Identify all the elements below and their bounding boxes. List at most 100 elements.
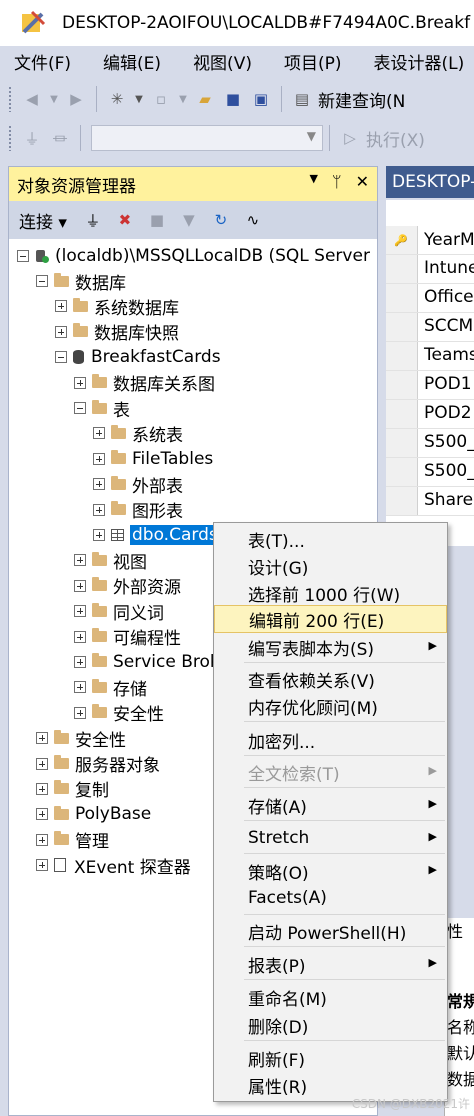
menu-item-policies[interactable]: 策略(O) ▶	[214, 857, 447, 885]
open-folder-icon[interactable]: ▰	[194, 87, 216, 111]
menu-project[interactable]: 项目(P)	[284, 49, 342, 74]
menu-file[interactable]: 文件(F)	[14, 49, 71, 74]
toolbar-grip[interactable]	[8, 86, 12, 112]
column-row[interactable]: Office	[386, 284, 474, 313]
collapse-icon[interactable]	[74, 402, 86, 415]
expand-icon[interactable]	[36, 833, 48, 846]
back-icon[interactable]: ◀	[21, 87, 43, 111]
expand-icon[interactable]	[93, 452, 105, 465]
menu-item-encrypt-columns[interactable]: 加密列...	[214, 726, 447, 754]
tree-node-external-tables[interactable]: 外部表	[9, 472, 377, 497]
new-query-icon[interactable]: ▤	[291, 87, 313, 111]
filter-icon[interactable]: ▼	[177, 211, 201, 229]
expand-icon[interactable]	[36, 732, 48, 745]
expand-icon[interactable]	[36, 859, 48, 872]
column-row[interactable]: POD2	[386, 400, 474, 429]
expand-icon[interactable]	[36, 757, 48, 770]
save-all-icon[interactable]: ▣	[250, 87, 272, 111]
collapse-icon[interactable]	[17, 249, 29, 262]
expand-icon[interactable]	[74, 706, 86, 719]
expand-icon[interactable]	[74, 579, 86, 592]
menu-item-facets[interactable]: Facets(A)	[214, 884, 447, 912]
menu-item-select-top-1000[interactable]: 选择前 1000 行(W)	[214, 579, 447, 607]
column-row[interactable]: Teams	[386, 342, 474, 371]
dropdown-arrow-icon[interactable]: ▼	[49, 87, 59, 111]
tree-node-system-tables[interactable]: 系统表	[9, 421, 377, 446]
disconnect-icon[interactable]: ✖	[113, 211, 137, 229]
menu-view[interactable]: 视图(V)	[193, 49, 252, 74]
menu-item-storage[interactable]: 存储(A) ▶	[214, 791, 447, 819]
expand-icon[interactable]	[93, 528, 105, 541]
menu-item-stretch[interactable]: Stretch ▶	[214, 824, 447, 852]
menu-item-edit-top-200[interactable]: 编辑前 200 行(E)	[214, 605, 447, 633]
folder-icon	[73, 297, 88, 312]
menu-item-memory-optimization-advisor[interactable]: 内存优化顾问(M)	[214, 692, 447, 720]
expand-icon[interactable]	[55, 325, 67, 338]
expand-icon[interactable]	[74, 605, 86, 618]
expand-icon[interactable]	[93, 427, 105, 440]
selected-node-label[interactable]: dbo.Cards	[130, 524, 220, 545]
new-project-icon[interactable]: ✳	[106, 87, 128, 111]
refresh-icon[interactable]: ↻	[209, 211, 233, 229]
tree-node-system-databases[interactable]: 系统数据库	[9, 294, 377, 319]
menu-item-script-table-as[interactable]: 编写表脚本为(S) ▶	[214, 633, 447, 661]
tree-node-tables[interactable]: 表	[9, 395, 377, 421]
forward-icon[interactable]: ▶	[65, 87, 87, 111]
dropdown-arrow-icon[interactable]: ▼	[134, 87, 144, 111]
column-row[interactable]: S500_	[386, 429, 474, 458]
menu-edit[interactable]: 编辑(E)	[103, 49, 161, 74]
tree-node-filetables[interactable]: FileTables	[9, 446, 377, 471]
window-position-dropdown-icon[interactable]: ▼	[310, 172, 318, 191]
menu-item-design[interactable]: 设计(G)	[214, 552, 447, 580]
expand-icon[interactable]	[74, 630, 86, 643]
menu-item-delete[interactable]: 删除(D)	[214, 1011, 447, 1039]
connect-plug-icon[interactable]: ⏚	[21, 126, 43, 150]
column-row[interactable]: SCCM	[386, 313, 474, 342]
menu-item-rename[interactable]: 重命名(M)	[214, 983, 447, 1011]
menu-item-refresh[interactable]: 刷新(F)	[214, 1044, 447, 1072]
tree-node-breakfastcards[interactable]: BreakfastCards	[9, 345, 377, 370]
menu-table-designer[interactable]: 表设计器(L)	[374, 49, 465, 74]
connect-plug-icon[interactable]: ⏚	[81, 210, 105, 231]
stop-icon[interactable]: ■	[145, 211, 169, 229]
expand-icon[interactable]	[74, 554, 86, 567]
expand-icon[interactable]	[55, 300, 67, 313]
disconnect-plug-icon[interactable]: ⏛	[49, 126, 71, 150]
tree-node-database-snapshots[interactable]: 数据库快照	[9, 319, 377, 344]
tree-node-graph-tables[interactable]: 图形表	[9, 497, 377, 522]
document-tab[interactable]: DESKTOP-	[386, 166, 474, 198]
menu-item-table[interactable]: 表(T)...	[214, 525, 447, 553]
column-row[interactable]: POD1	[386, 371, 474, 400]
new-query-button[interactable]: 新建查询(N	[318, 87, 405, 112]
expand-icon[interactable]	[74, 681, 86, 694]
menu-item-view-dependencies[interactable]: 查看依赖关系(V)	[214, 665, 447, 693]
pin-icon[interactable]: ᛘ	[332, 172, 342, 191]
expand-icon[interactable]	[93, 478, 105, 491]
connect-dropdown-button[interactable]: 连接 ▾	[19, 208, 67, 233]
expand-icon[interactable]	[74, 655, 86, 668]
activity-monitor-icon[interactable]: ∿	[241, 211, 265, 229]
save-icon[interactable]: ■	[222, 87, 244, 111]
column-row[interactable]: Share	[386, 487, 474, 516]
dropdown-arrow-icon[interactable]: ▼	[178, 87, 188, 111]
expand-icon[interactable]	[93, 503, 105, 516]
expand-icon[interactable]	[74, 376, 86, 389]
tree-node-db-diagrams[interactable]: 数据库关系图	[9, 370, 377, 395]
execute-button[interactable]: 执行(X)	[366, 126, 425, 151]
column-row[interactable]: S500_	[386, 458, 474, 487]
expand-icon[interactable]	[36, 808, 48, 821]
add-item-icon[interactable]: ▫	[150, 87, 172, 111]
database-selector-combo[interactable]: ▼	[91, 125, 323, 151]
execute-play-icon[interactable]: ▷	[339, 126, 361, 150]
column-row[interactable]: 🔑 YearM	[386, 226, 474, 255]
collapse-icon[interactable]	[55, 351, 67, 364]
collapse-icon[interactable]	[36, 275, 48, 288]
tree-node-server[interactable]: (localdb)\MSSQLLocalDB (SQL Server 1	[9, 243, 377, 268]
tree-node-databases[interactable]: 数据库	[9, 268, 377, 294]
column-row[interactable]: Intune	[386, 255, 474, 284]
close-icon[interactable]: ✕	[356, 172, 369, 191]
menu-item-reports[interactable]: 报表(P) ▶	[214, 950, 447, 978]
menu-item-start-powershell[interactable]: 启动 PowerShell(H)	[214, 917, 447, 945]
expand-icon[interactable]	[36, 782, 48, 795]
toolbar-grip[interactable]	[8, 125, 12, 151]
